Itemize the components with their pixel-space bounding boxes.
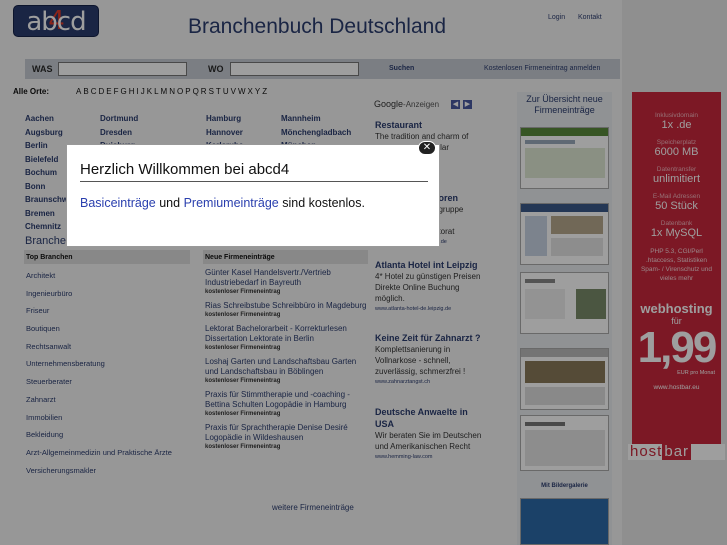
basic-entries-link[interactable]: Basiceinträge bbox=[80, 196, 156, 210]
modal-divider bbox=[80, 181, 428, 182]
modal-overlay[interactable] bbox=[0, 0, 727, 545]
modal-text: Basiceinträge und Premiumeinträge sind k… bbox=[80, 196, 365, 210]
welcome-modal: Herzlich Willkommen bei abcd4 Basiceintr… bbox=[66, 144, 440, 247]
premium-entries-link[interactable]: Premiumeinträge bbox=[184, 196, 279, 210]
close-icon[interactable]: ✕ bbox=[418, 141, 436, 155]
modal-title: Herzlich Willkommen bei abcd4 bbox=[80, 161, 290, 178]
